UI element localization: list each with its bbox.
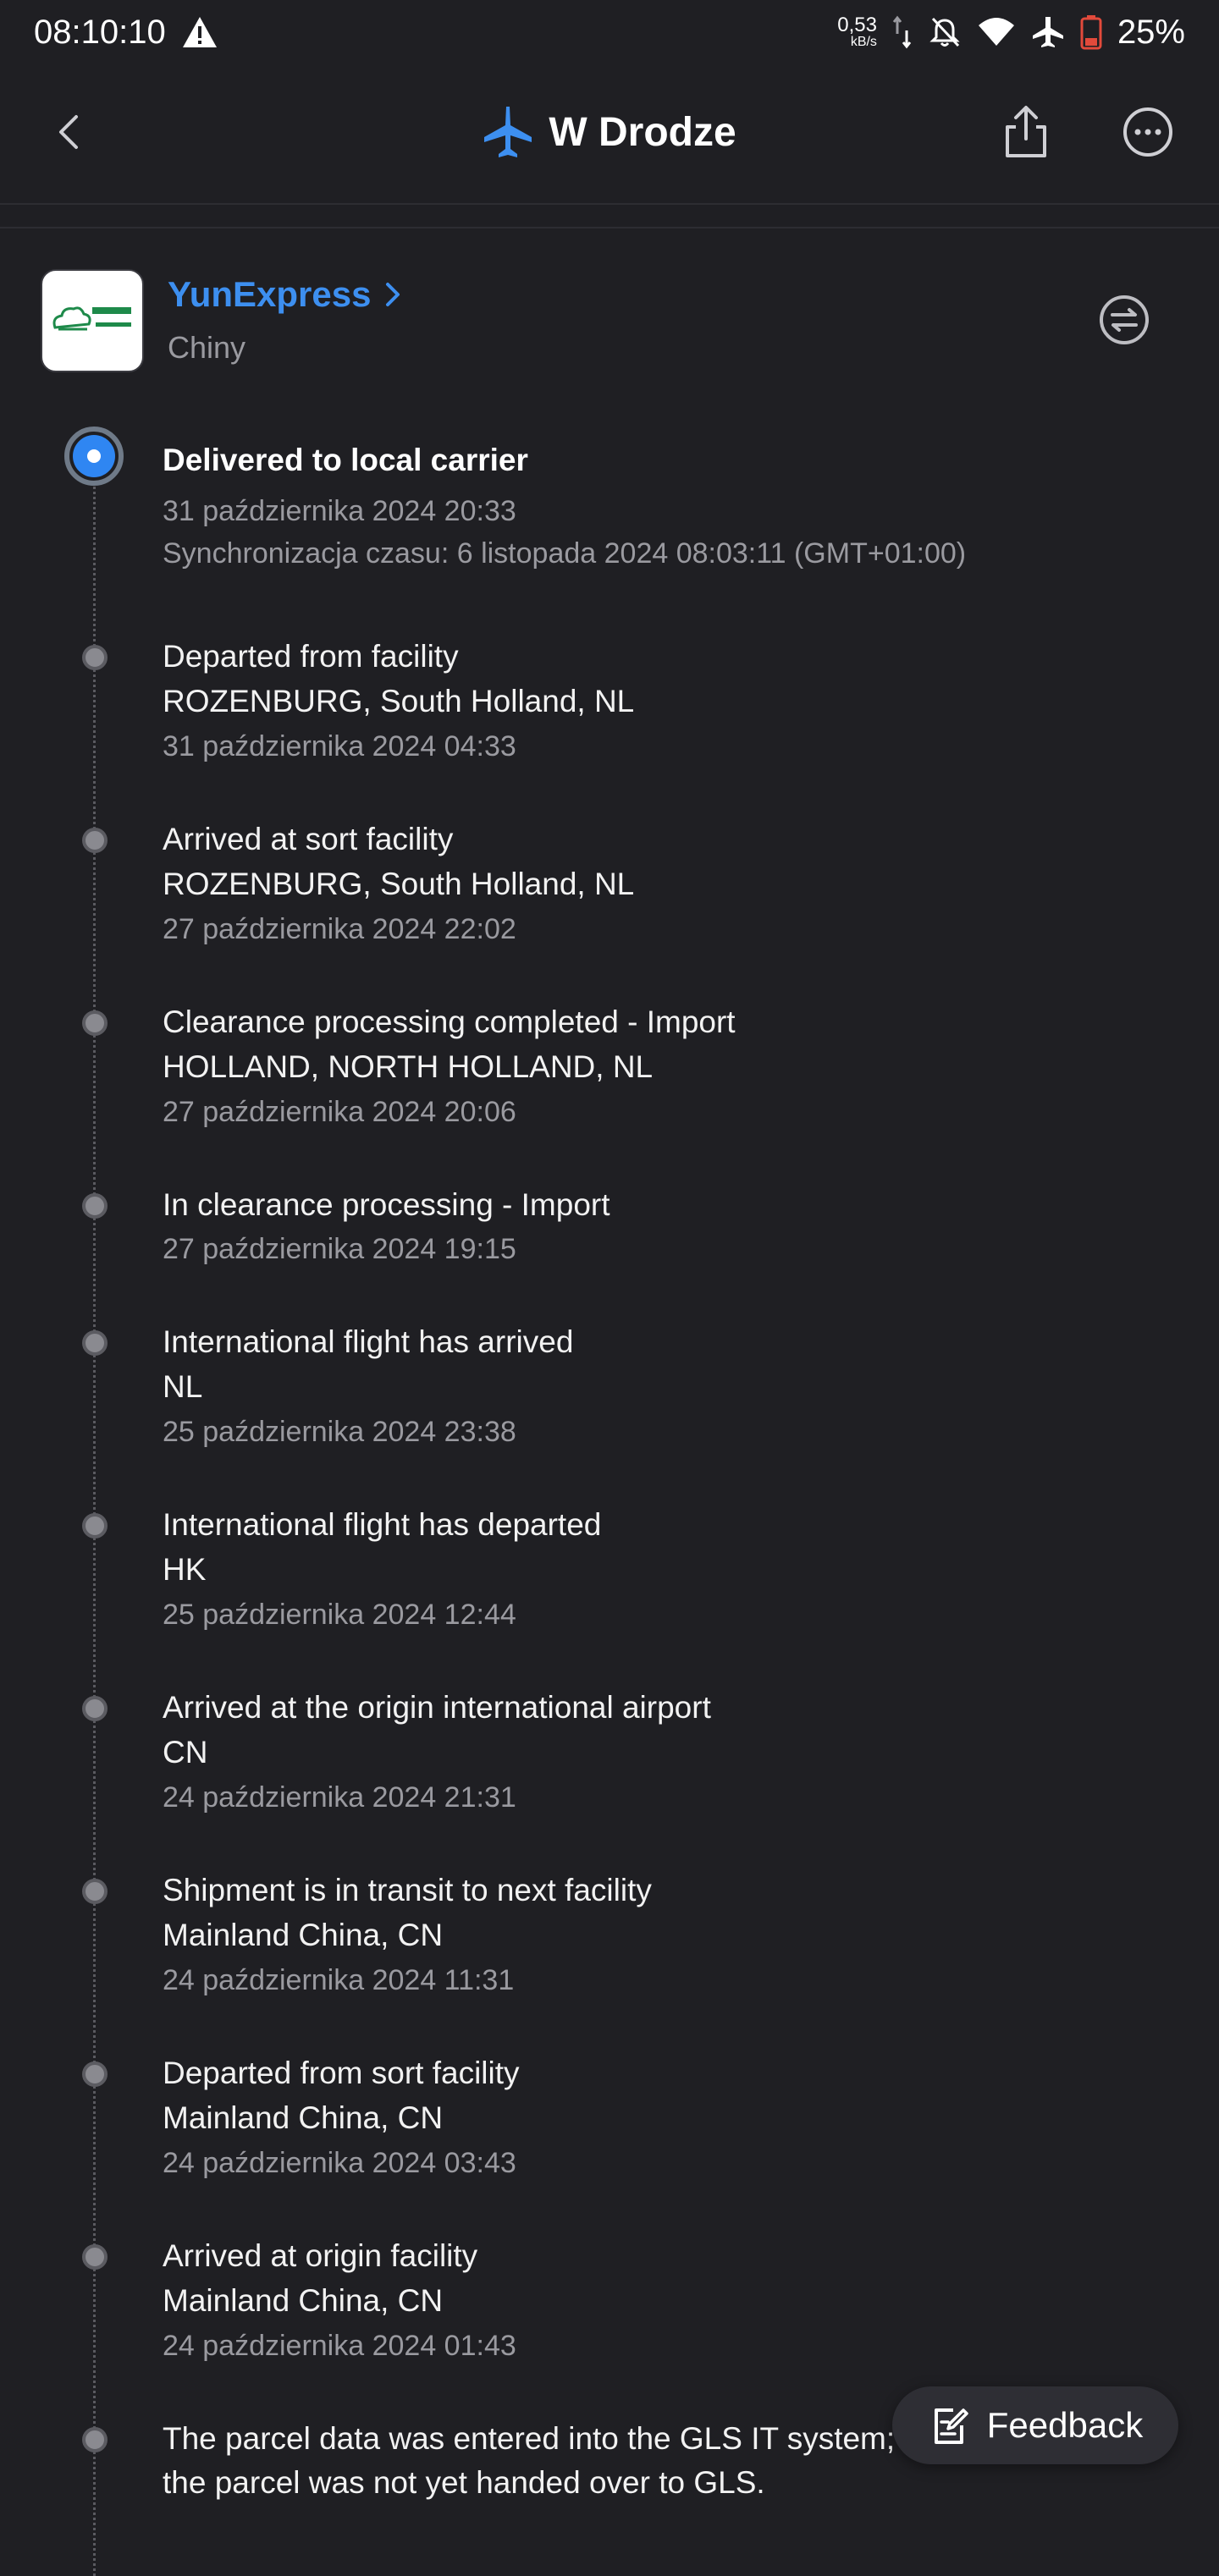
event-time: 25 października 2024 23:38 bbox=[163, 1416, 516, 1448]
event-location: Mainland China, CN bbox=[163, 1918, 444, 1952]
event-time: 27 października 2024 20:06 bbox=[163, 1096, 516, 1128]
event-time: 24 października 2024 11:31 bbox=[163, 1964, 515, 1996]
network-speed: 0,53 kB/s bbox=[837, 14, 877, 49]
event-status: The parcel data was entered into the GLS… bbox=[163, 2421, 896, 2500]
timeline-dot bbox=[82, 828, 108, 853]
event-location: ROZENBURG, South Holland, NL bbox=[163, 867, 635, 901]
event-sync-time: Synchronizacja czasu: 6 listopada 2024 0… bbox=[163, 537, 967, 570]
event-time: 27 października 2024 19:15 bbox=[163, 1233, 516, 1265]
timeline-dot-active bbox=[64, 427, 124, 486]
wifi-icon bbox=[978, 18, 1014, 46]
event-time: 24 października 2024 03:43 bbox=[163, 2147, 516, 2179]
battery-percent: 25% bbox=[1117, 13, 1185, 51]
event-status: Delivered to local carrier bbox=[163, 443, 528, 477]
event-status: Arrived at the origin international airp… bbox=[163, 1690, 711, 1725]
timeline-dot bbox=[82, 1879, 108, 1904]
event-time: 25 października 2024 12:44 bbox=[163, 1599, 516, 1631]
data-transfer-icon bbox=[892, 15, 912, 49]
warning-icon bbox=[182, 17, 217, 47]
event-status: Departed from sort facility bbox=[163, 2056, 520, 2090]
event-status: Arrived at sort facility bbox=[163, 822, 454, 856]
event-status: Clearance processing completed - Import bbox=[163, 1005, 736, 1039]
timeline-dot bbox=[82, 1696, 108, 1721]
timeline-dot bbox=[82, 1330, 108, 1356]
status-time: 08:10:10 bbox=[34, 13, 166, 51]
event-time: 31 października 2024 20:33 bbox=[163, 495, 516, 527]
event-location: CN bbox=[163, 1735, 208, 1770]
carrier-logo bbox=[41, 269, 144, 372]
timeline-dot bbox=[82, 1513, 108, 1538]
timeline-dot bbox=[82, 2061, 108, 2087]
timeline-dot bbox=[82, 2427, 108, 2452]
event-location: HK bbox=[163, 1552, 207, 1587]
airplane-icon bbox=[484, 107, 532, 157]
event-location: Mainland China, CN bbox=[163, 2100, 444, 2135]
battery-icon bbox=[1080, 15, 1102, 50]
swap-carrier-icon[interactable] bbox=[1097, 293, 1151, 347]
event-time: 24 października 2024 21:31 bbox=[163, 1781, 516, 1814]
status-bar: 08:10:10 0,53 kB/s 25% bbox=[0, 0, 1219, 64]
timeline-dot bbox=[82, 1010, 108, 1036]
event-time: 27 października 2024 22:02 bbox=[163, 913, 516, 945]
event-status: Departed from facility bbox=[163, 639, 459, 674]
feedback-label: Feedback bbox=[986, 2405, 1144, 2445]
timeline-dot bbox=[82, 2244, 108, 2270]
event-location: NL bbox=[163, 1369, 203, 1404]
event-status: International flight has departed bbox=[163, 1507, 602, 1542]
event-status: Shipment is in transit to next facility bbox=[163, 1873, 652, 1907]
carrier-header: YunExpress Chiny bbox=[41, 269, 1192, 377]
timeline-dot bbox=[82, 645, 108, 670]
divider bbox=[0, 227, 1219, 228]
event-location: Mainland China, CN bbox=[163, 2283, 444, 2318]
carrier-name-link[interactable]: YunExpress bbox=[168, 274, 403, 315]
divider bbox=[0, 203, 1219, 205]
airplane-mode-icon bbox=[1032, 17, 1063, 47]
share-icon[interactable] bbox=[996, 102, 1056, 162]
event-status: In clearance processing - Import bbox=[163, 1187, 610, 1222]
event-time: 31 października 2024 04:33 bbox=[163, 730, 516, 762]
event-location: HOLLAND, NORTH HOLLAND, NL bbox=[163, 1049, 654, 1084]
feedback-edit-icon bbox=[934, 2408, 968, 2444]
carrier-country: Chiny bbox=[168, 330, 246, 365]
more-icon[interactable] bbox=[1116, 100, 1180, 164]
event-status: Arrived at origin facility bbox=[163, 2238, 478, 2273]
event-status: International flight has arrived bbox=[163, 1324, 574, 1359]
event-location: ROZENBURG, South Holland, NL bbox=[163, 684, 635, 718]
feedback-button[interactable]: Feedback bbox=[892, 2386, 1178, 2464]
timeline-dot bbox=[82, 1193, 108, 1219]
event-time: 24 października 2024 01:43 bbox=[163, 2330, 516, 2362]
mute-bell-icon bbox=[929, 17, 960, 47]
yunexpress-logo-icon bbox=[52, 306, 131, 331]
chevron-right-icon bbox=[386, 283, 400, 306]
app-bar: W Drodze bbox=[0, 81, 1219, 183]
